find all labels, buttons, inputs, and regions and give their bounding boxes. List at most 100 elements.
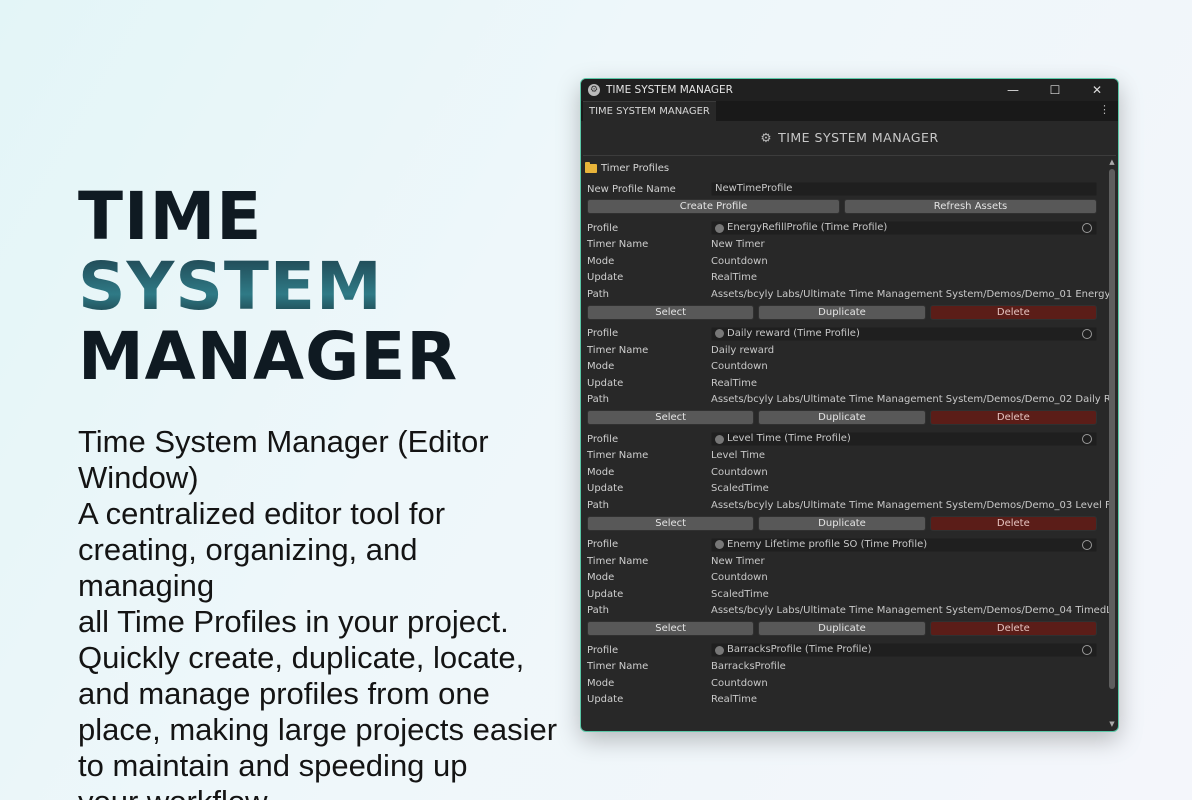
time-profile-icon: [715, 223, 724, 233]
section-timer-profiles[interactable]: Timer Profiles: [581, 159, 1109, 177]
update-value: RealTime: [711, 377, 758, 389]
timer-name-row: Timer Name New Timer: [587, 553, 1109, 570]
close-icon[interactable]: ✕: [1076, 79, 1118, 101]
path-value: Assets/bcyly Labs/Ultimate Time Manageme…: [711, 394, 1109, 406]
profile-list[interactable]: Timer Profiles New Profile Name NewTimeP…: [581, 157, 1109, 731]
profile-label: Profile: [587, 433, 619, 445]
more-options-icon[interactable]: ⋮: [1099, 103, 1110, 116]
object-picker-icon[interactable]: [1082, 539, 1092, 550]
profile-actions: Select Duplicate Delete: [587, 304, 1097, 320]
timer-name-row: Timer Name Level Time: [587, 448, 1109, 465]
path-row: Path Assets/bcyly Labs/Ultimate Time Mana…: [587, 497, 1109, 514]
minimize-icon[interactable]: —: [992, 79, 1034, 101]
maximize-icon[interactable]: ☐: [1034, 79, 1076, 101]
profile-row: Profile BarracksProfile (Time Profile): [587, 642, 1109, 659]
update-value: ScaledTime: [711, 483, 769, 495]
object-picker-icon[interactable]: [1082, 645, 1092, 656]
create-profile-button[interactable]: Create Profile: [587, 199, 840, 214]
profile-name: EnergyRefillProfile (Time Profile): [727, 222, 888, 234]
object-picker-icon[interactable]: [1082, 328, 1092, 339]
profile-object-field[interactable]: Level Time (Time Profile): [711, 432, 1097, 447]
profile-actions: Select Duplicate Delete: [587, 621, 1097, 636]
section-title: Timer Profiles: [601, 162, 670, 174]
timer-name-value: Daily reward: [711, 344, 775, 356]
mode-value: Countdown: [711, 572, 768, 584]
timer-name-row: Timer Name New Timer: [587, 237, 1109, 254]
description-line: Quickly create, duplicate, locate,: [78, 640, 525, 675]
duplicate-button[interactable]: Duplicate: [758, 621, 926, 636]
mode-label: Mode: [587, 255, 615, 267]
update-row: Update RealTime: [587, 375, 1109, 392]
delete-button[interactable]: Delete: [929, 621, 1097, 636]
time-profile-icon: [715, 434, 724, 444]
vertical-scrollbar[interactable]: ▲ ▼: [1108, 157, 1116, 729]
mode-value: Countdown: [711, 677, 768, 689]
description-line: and manage profiles from one: [78, 676, 490, 711]
path-label: Path: [587, 394, 609, 406]
asset-actions: Create Profile Refresh Assets: [587, 199, 1097, 214]
update-row: Update ScaledTime: [587, 481, 1109, 498]
timer-name-label: Timer Name: [587, 661, 649, 673]
select-button[interactable]: Select: [587, 621, 755, 636]
header-title: TIME SYSTEM MANAGER: [778, 130, 939, 145]
select-button[interactable]: Select: [587, 304, 755, 320]
timer-name-value: BarracksProfile: [711, 661, 786, 673]
object-picker-icon[interactable]: [1082, 223, 1092, 234]
update-value: RealTime: [711, 272, 758, 284]
scroll-up-arrow-icon[interactable]: ▲: [1108, 157, 1116, 167]
scroll-thumb[interactable]: [1109, 169, 1115, 689]
duplicate-button[interactable]: Duplicate: [758, 304, 926, 320]
update-label: Update: [587, 483, 624, 495]
delete-button[interactable]: Delete: [929, 515, 1097, 531]
profile-name: Enemy Lifetime profile SO (Time Profile): [727, 538, 928, 550]
timer-name-label: Timer Name: [587, 555, 649, 567]
headline-manager: MANAGER: [78, 318, 459, 395]
profile-object-field[interactable]: Daily reward (Time Profile): [711, 326, 1097, 341]
update-row: Update ScaledTime: [587, 586, 1109, 603]
mode-label: Mode: [587, 677, 615, 689]
editor-window: ⚙ TIME SYSTEM MANAGER — ☐ ✕ TIME SYSTEM …: [580, 78, 1119, 732]
profile-object-field[interactable]: EnergyRefillProfile (Time Profile): [711, 221, 1097, 236]
duplicate-button[interactable]: Duplicate: [758, 410, 926, 425]
mode-label: Mode: [587, 466, 615, 478]
scroll-down-arrow-icon[interactable]: ▼: [1108, 719, 1116, 729]
path-value: Assets/bcyly Labs/Ultimate Time Manageme…: [711, 605, 1109, 617]
delete-button[interactable]: Delete: [929, 304, 1097, 320]
promo-text: TIME SYSTEM MANAGER Time System Manager …: [78, 182, 558, 800]
path-row: Path Assets/bcyly Labs/Ultimate Time Mana…: [587, 286, 1109, 303]
title-bar[interactable]: ⚙ TIME SYSTEM MANAGER — ☐ ✕: [581, 79, 1118, 101]
tab-time-system-manager[interactable]: TIME SYSTEM MANAGER: [583, 101, 716, 121]
profile-name: Level Time (Time Profile): [727, 433, 851, 445]
update-label: Update: [587, 694, 624, 706]
profile-object-field[interactable]: BarracksProfile (Time Profile): [711, 643, 1097, 658]
mode-value: Countdown: [711, 255, 768, 267]
path-label: Path: [587, 499, 609, 511]
new-profile-name-input[interactable]: NewTimeProfile: [711, 182, 1097, 196]
mode-row: Mode Countdown: [587, 464, 1109, 481]
timer-name-row: Timer Name Daily reward: [587, 342, 1109, 359]
duplicate-button[interactable]: Duplicate: [758, 515, 926, 531]
description-line: your workflow.: [78, 784, 558, 800]
select-button[interactable]: Select: [587, 410, 755, 425]
object-picker-icon[interactable]: [1082, 434, 1092, 445]
profile-entry: Profile Daily reward (Time Profile) Time…: [581, 326, 1109, 425]
folder-icon: [585, 161, 597, 173]
select-button[interactable]: Select: [587, 515, 755, 531]
time-profile-icon: [715, 540, 724, 550]
path-value: Assets/bcyly Labs/Ultimate Time Manageme…: [711, 288, 1109, 300]
profile-name: Daily reward (Time Profile): [727, 327, 860, 339]
refresh-assets-button[interactable]: Refresh Assets: [844, 199, 1097, 214]
time-profile-icon: [715, 645, 724, 655]
path-row: Path Assets/bcyly Labs/Ultimate Time Mana…: [587, 392, 1109, 409]
time-profile-icon: [715, 329, 724, 339]
delete-button[interactable]: Delete: [929, 410, 1097, 425]
profile-object-field[interactable]: Enemy Lifetime profile SO (Time Profile): [711, 537, 1097, 552]
path-label: Path: [587, 605, 609, 617]
path-row: Path Assets/bcyly Labs/Ultimate Time Mana…: [587, 603, 1109, 620]
update-value: ScaledTime: [711, 588, 769, 600]
window-controls: — ☐ ✕: [992, 79, 1118, 101]
mode-value: Countdown: [711, 361, 768, 373]
description-line: A centralized editor tool for: [78, 496, 446, 531]
profile-entry: Profile BarracksProfile (Time Profile) T…: [581, 642, 1109, 708]
profile-row: Profile Level Time (Time Profile): [587, 431, 1109, 448]
